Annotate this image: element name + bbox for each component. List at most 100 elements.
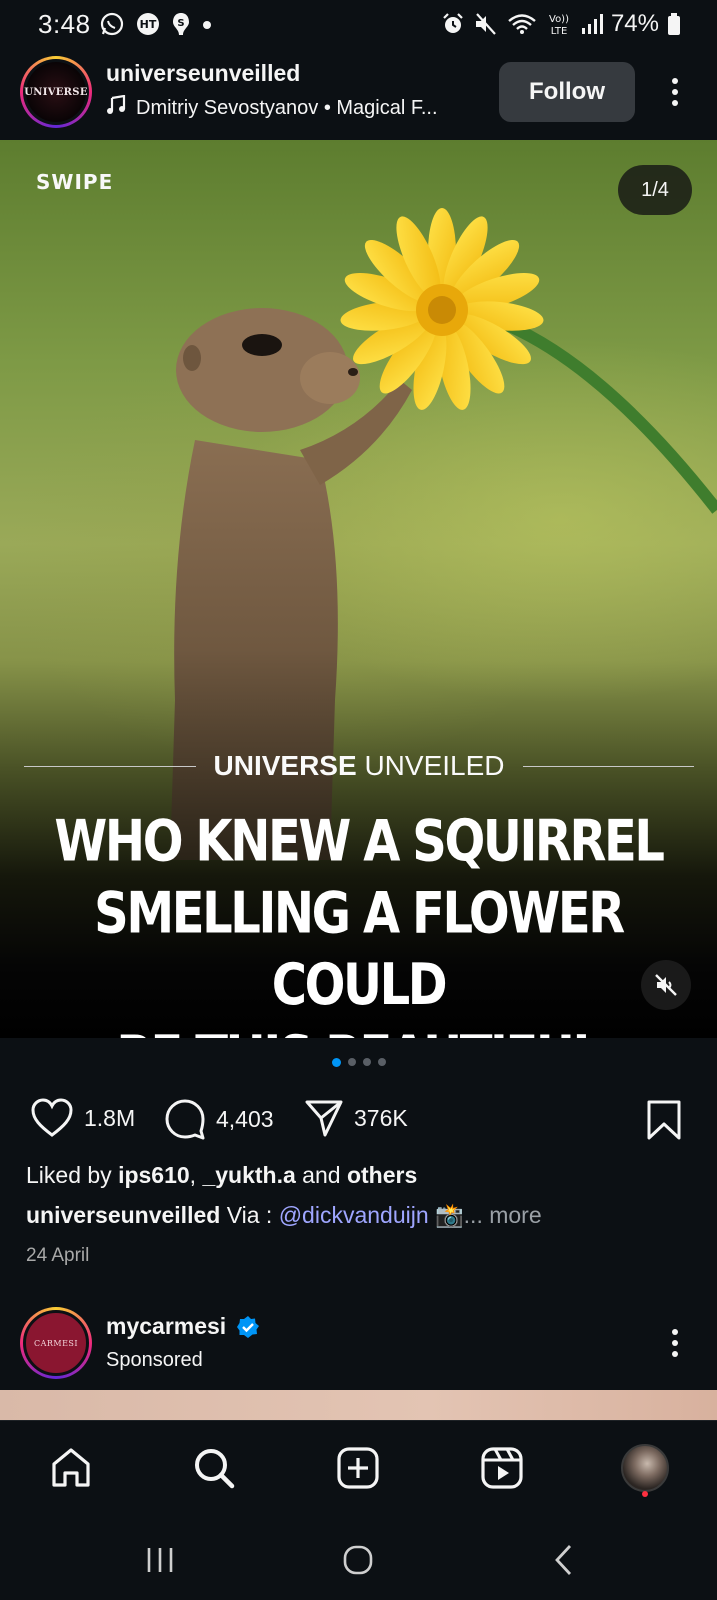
- plus-square-icon: [337, 1447, 379, 1489]
- follow-button[interactable]: Follow: [499, 62, 635, 122]
- recents-icon: [147, 1548, 173, 1572]
- nav-reels[interactable]: [477, 1443, 527, 1493]
- carousel-counter: 1/4: [618, 165, 692, 215]
- music-note-icon: [106, 94, 126, 121]
- bookmark-icon[interactable]: [646, 1100, 682, 1145]
- search-icon: [195, 1449, 235, 1489]
- status-time: 3:48: [38, 8, 91, 39]
- dot-icon: [199, 11, 215, 37]
- media-headline: WHO KNEW A SQUIRREL SMELLING A FLOWER CO…: [20, 806, 697, 1038]
- comment-count: 4,403: [216, 1105, 274, 1132]
- comment-action[interactable]: 4,403: [164, 1098, 274, 1140]
- brand-light: UNVEILED: [364, 750, 505, 781]
- liked-by-and: and: [295, 1162, 347, 1188]
- status-bar: 3:48 HT S Vo)) LTE 74%: [0, 0, 717, 48]
- liked-by-user[interactable]: _yukth.a: [202, 1162, 295, 1188]
- carousel-dots: [0, 1057, 717, 1067]
- post-date: 24 April: [26, 1245, 90, 1266]
- nav-home[interactable]: [46, 1443, 96, 1493]
- comment-icon: [165, 1099, 205, 1140]
- signal-icon: [581, 12, 603, 36]
- whatsapp-icon: [99, 11, 125, 37]
- next-post-header: CARMESI mycarmesi Sponsored: [0, 1305, 717, 1389]
- headline-line: SMELLING A FLOWER COULD: [94, 880, 625, 1019]
- divider-line: [522, 765, 695, 767]
- battery-icon: [667, 12, 681, 36]
- caption-username[interactable]: universeunveilled: [26, 1202, 220, 1228]
- status-left: 3:48 HT S: [38, 9, 215, 40]
- notification-dot: [642, 1491, 648, 1497]
- ht-icon: HT: [133, 11, 163, 37]
- wifi-icon: [507, 12, 537, 36]
- audio-attribution[interactable]: Dmitriy Sevostyanov • Magical F...: [106, 94, 438, 121]
- status-right: Vo)) LTE 74%: [441, 10, 681, 38]
- post-actions: 1.8M 4,403 376K: [0, 1092, 717, 1148]
- volte-icon: Vo)) LTE: [545, 11, 573, 37]
- next-post-username-row[interactable]: mycarmesi: [106, 1313, 260, 1340]
- headline-line: WHO KNEW A SQUIRREL: [54, 808, 665, 875]
- story-ring-avatar[interactable]: UNIVERSE: [20, 56, 92, 128]
- more-options-icon[interactable]: [660, 1323, 690, 1363]
- carousel-dot: [362, 1058, 371, 1066]
- recent-apps-button[interactable]: [136, 1538, 184, 1582]
- caption-more-link[interactable]: ... more: [464, 1202, 542, 1228]
- nav-search[interactable]: [189, 1443, 239, 1493]
- headline-line: BE THIS BEAUTIFUL: [20, 1022, 697, 1038]
- send-icon: [305, 1100, 343, 1137]
- heart-icon: [31, 1098, 73, 1137]
- caption-mention[interactable]: @dickvanduijn: [279, 1202, 429, 1228]
- like-action[interactable]: 1.8M: [30, 1098, 135, 1138]
- next-post-avatar[interactable]: CARMESI: [20, 1307, 92, 1379]
- header-text: universeunveilled Dmitriy Sevostyanov • …: [106, 60, 438, 121]
- svg-text:LTE: LTE: [551, 26, 568, 37]
- like-count[interactable]: 1.8M: [84, 1105, 135, 1132]
- svg-text:HT: HT: [139, 18, 156, 31]
- swipe-label: SWIPE: [36, 170, 114, 194]
- back-chevron-icon: [555, 1545, 572, 1575]
- post-username[interactable]: universeunveilled: [106, 60, 438, 87]
- post-header: UNIVERSE universeunveilled Dmitriy Sevos…: [0, 52, 717, 140]
- camera-flash-emoji: 📸: [435, 1202, 464, 1228]
- brand-row: UNIVERSE UNVEILED: [24, 750, 695, 782]
- carousel-dot-active: [331, 1057, 341, 1067]
- brand-text: UNIVERSE UNVEILED: [196, 750, 523, 782]
- battery-percent: 74%: [610, 10, 659, 37]
- liked-by-others[interactable]: others: [347, 1162, 417, 1188]
- post-caption[interactable]: universeunveilled Via : @dickvanduijn 📸.…: [26, 1202, 542, 1229]
- carousel-dot: [377, 1058, 386, 1066]
- verified-badge-icon: [237, 1315, 260, 1338]
- home-circle-icon: [343, 1545, 373, 1575]
- bottom-navigation: [0, 1420, 717, 1520]
- liked-by-line[interactable]: Liked by ips610, _yukth.a and others: [26, 1162, 417, 1189]
- mute-toggle-button[interactable]: [641, 960, 691, 1010]
- sponsored-label: Sponsored: [106, 1349, 203, 1371]
- divider-line: [24, 765, 196, 767]
- liked-by-separator: ,: [189, 1162, 203, 1188]
- alarm-icon: [441, 12, 465, 36]
- share-action[interactable]: 376K: [304, 1098, 408, 1138]
- liked-by-prefix: Liked by: [26, 1162, 119, 1188]
- brand-bold: UNIVERSE: [213, 750, 357, 781]
- nav-create[interactable]: [333, 1443, 383, 1493]
- carousel-dot: [347, 1058, 356, 1066]
- caption-text: Via :: [220, 1202, 279, 1228]
- speaker-muted-icon: [655, 974, 677, 996]
- svg-text:Vo)): Vo)): [549, 14, 569, 25]
- system-navigation-bar: [0, 1520, 717, 1600]
- back-button[interactable]: [540, 1538, 588, 1582]
- share-count: 376K: [354, 1104, 408, 1131]
- next-post-username[interactable]: mycarmesi: [106, 1313, 226, 1340]
- next-post-media-peek[interactable]: [0, 1390, 717, 1420]
- profile-avatar: [621, 1444, 669, 1492]
- post-media[interactable]: SWIPE 1/4 UNIVERSE UNVEILED WHO KNEW A S…: [0, 140, 717, 1038]
- mute-icon: [473, 12, 499, 36]
- home-icon: [52, 1448, 90, 1487]
- nav-profile[interactable]: [620, 1443, 670, 1493]
- home-system-button[interactable]: [334, 1538, 382, 1582]
- avatar-logo: UNIVERSE: [24, 62, 87, 122]
- more-options-icon[interactable]: [660, 72, 690, 112]
- reels-icon: [481, 1447, 523, 1489]
- carmesi-logo: CARMESI: [23, 1310, 89, 1376]
- audio-label: Dmitriy Sevostyanov • Magical F...: [136, 96, 438, 119]
- liked-by-user[interactable]: ips610: [118, 1162, 190, 1188]
